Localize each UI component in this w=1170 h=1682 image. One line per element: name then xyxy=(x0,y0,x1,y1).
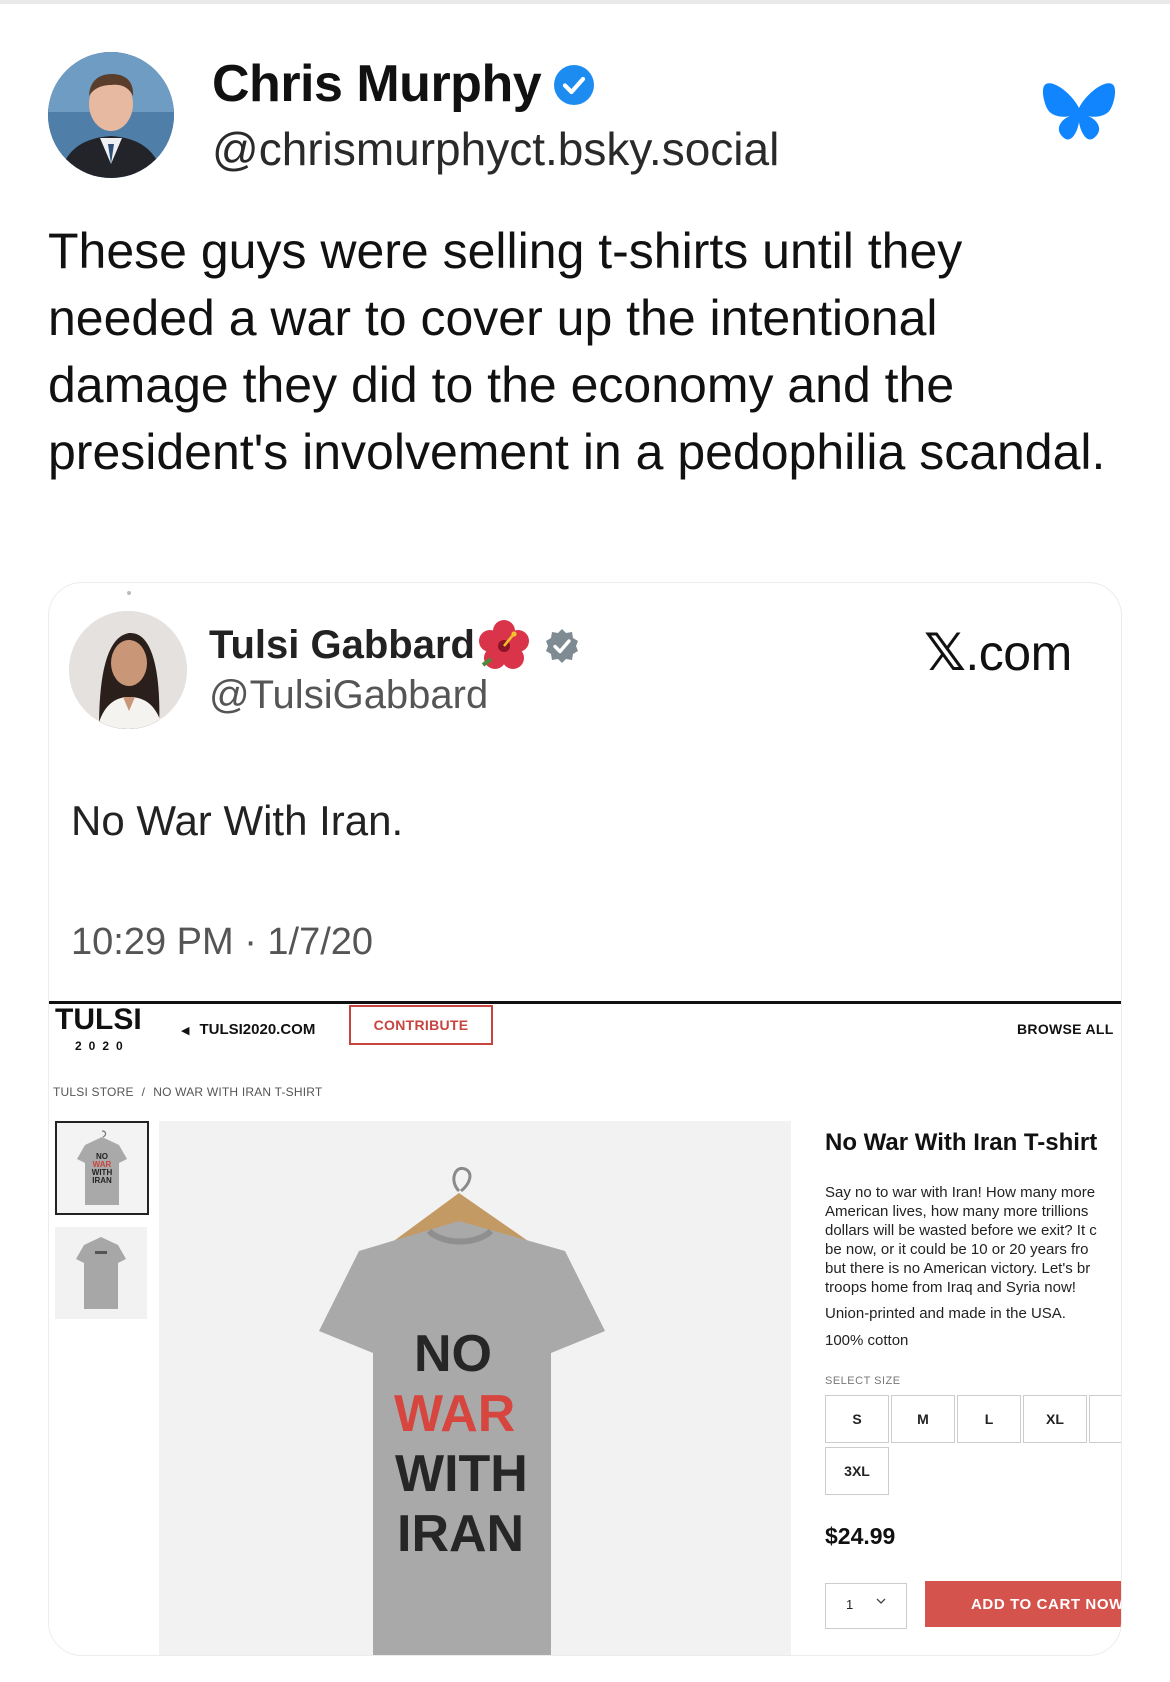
store-screenshot: TULSI 2020 ◀ TULSI2020.COM CONTRIBUTE BRO… xyxy=(49,1001,1121,1655)
shirt-text: NO xyxy=(414,1325,492,1383)
product-price: $24.99 xyxy=(825,1523,896,1549)
product-title: No War With Iran T-shirt xyxy=(825,1129,1098,1156)
size-option-3xl: 3XL xyxy=(825,1447,889,1495)
author-handle[interactable]: @chrismurphyct.bsky.social xyxy=(212,122,779,176)
description-line: American lives, how many more trillions xyxy=(825,1203,1089,1220)
shirt-text: WITH xyxy=(395,1445,528,1503)
author-name[interactable]: Chris Murphy xyxy=(212,54,542,114)
description-line: Say no to war with Iran! How many more xyxy=(825,1184,1096,1201)
breadcrumb: TULSI STORE / NO WAR WITH IRAN T-SHIRT xyxy=(53,1085,322,1099)
size-option-m: M xyxy=(891,1395,955,1443)
store-logo-year: 2020 xyxy=(75,1039,130,1053)
tulsi-name: Tulsi Gabbard xyxy=(209,623,475,667)
post-text: These guys were selling t-shirts until t… xyxy=(48,223,1106,480)
shirt-text: WAR xyxy=(394,1385,515,1443)
quoted-tweet-text: No War With Iran. xyxy=(71,797,404,844)
x-verified-icon xyxy=(543,627,581,665)
store-logo: TULSI xyxy=(55,1003,142,1036)
hibiscus-icon xyxy=(477,619,531,673)
back-triangle-icon: ◀ xyxy=(181,1025,190,1037)
description-line: but there is no American victory. Let's … xyxy=(825,1260,1091,1277)
store-header-rule xyxy=(49,1001,1121,1004)
size-option-s: S xyxy=(825,1395,889,1443)
decorative-dot xyxy=(127,591,131,595)
product-note-union: Union-printed and made in the USA. xyxy=(825,1305,1066,1322)
select-size-label: SELECT SIZE xyxy=(825,1375,901,1387)
size-option-l: L xyxy=(957,1395,1021,1443)
x-logo-icon: 𝕏 xyxy=(924,624,966,682)
browse-all-link: BROWSE ALL xyxy=(1017,1021,1114,1037)
product-thumbnail-front: NO WAR WITH IRAN xyxy=(55,1121,149,1215)
add-to-cart-button: ADD TO CART NOW xyxy=(925,1581,1121,1627)
breadcrumb-separator: / xyxy=(141,1085,146,1099)
quantity-select: 1 xyxy=(825,1583,907,1629)
author-avatar[interactable] xyxy=(48,52,174,178)
breadcrumb-item: TULSI STORE xyxy=(53,1085,134,1099)
breadcrumb-item: NO WAR WITH IRAN T-SHIRT xyxy=(153,1085,323,1099)
shirt-text: IRAN xyxy=(397,1505,524,1563)
tulsi-handle: @TulsiGabbard xyxy=(209,673,489,717)
product-thumbnail-back xyxy=(55,1227,147,1319)
embedded-image-card[interactable]: Tulsi Gabbard @TulsiGabbard 𝕏.com No War… xyxy=(48,582,1122,1656)
description-line: be now, or it could be 10 or 20 years fr… xyxy=(825,1241,1089,1258)
tulsi-avatar xyxy=(69,611,187,729)
source-label: 𝕏.com xyxy=(924,623,1072,683)
source-domain: .com xyxy=(965,625,1072,681)
verified-icon xyxy=(553,64,595,106)
bluesky-butterfly-icon[interactable] xyxy=(1042,80,1116,146)
quoted-tweet-timestamp: 10:29 PM · 1/7/20 xyxy=(71,921,374,963)
size-option-partial xyxy=(1089,1395,1121,1443)
contribute-button: CONTRIBUTE xyxy=(349,1005,493,1045)
product-description: Say no to war with Iran! How many more A… xyxy=(825,1183,1121,1297)
chevron-down-icon xyxy=(876,1598,886,1604)
description-line: dollars will be wasted before we exit? I… xyxy=(825,1222,1097,1239)
product-note-cotton: 100% cotton xyxy=(825,1332,909,1349)
quantity-value: 1 xyxy=(846,1597,854,1612)
product-image: NO WAR WITH IRAN xyxy=(159,1121,791,1655)
size-option-xl: XL xyxy=(1023,1395,1087,1443)
thumb-text: IRAN xyxy=(92,1176,112,1185)
top-divider xyxy=(0,0,1170,4)
description-line: troops home from Iraq and Syria now! xyxy=(825,1279,1076,1296)
store-back-link: ◀ TULSI2020.COM xyxy=(181,1021,315,1038)
store-back-link-label: TULSI2020.COM xyxy=(199,1021,316,1038)
